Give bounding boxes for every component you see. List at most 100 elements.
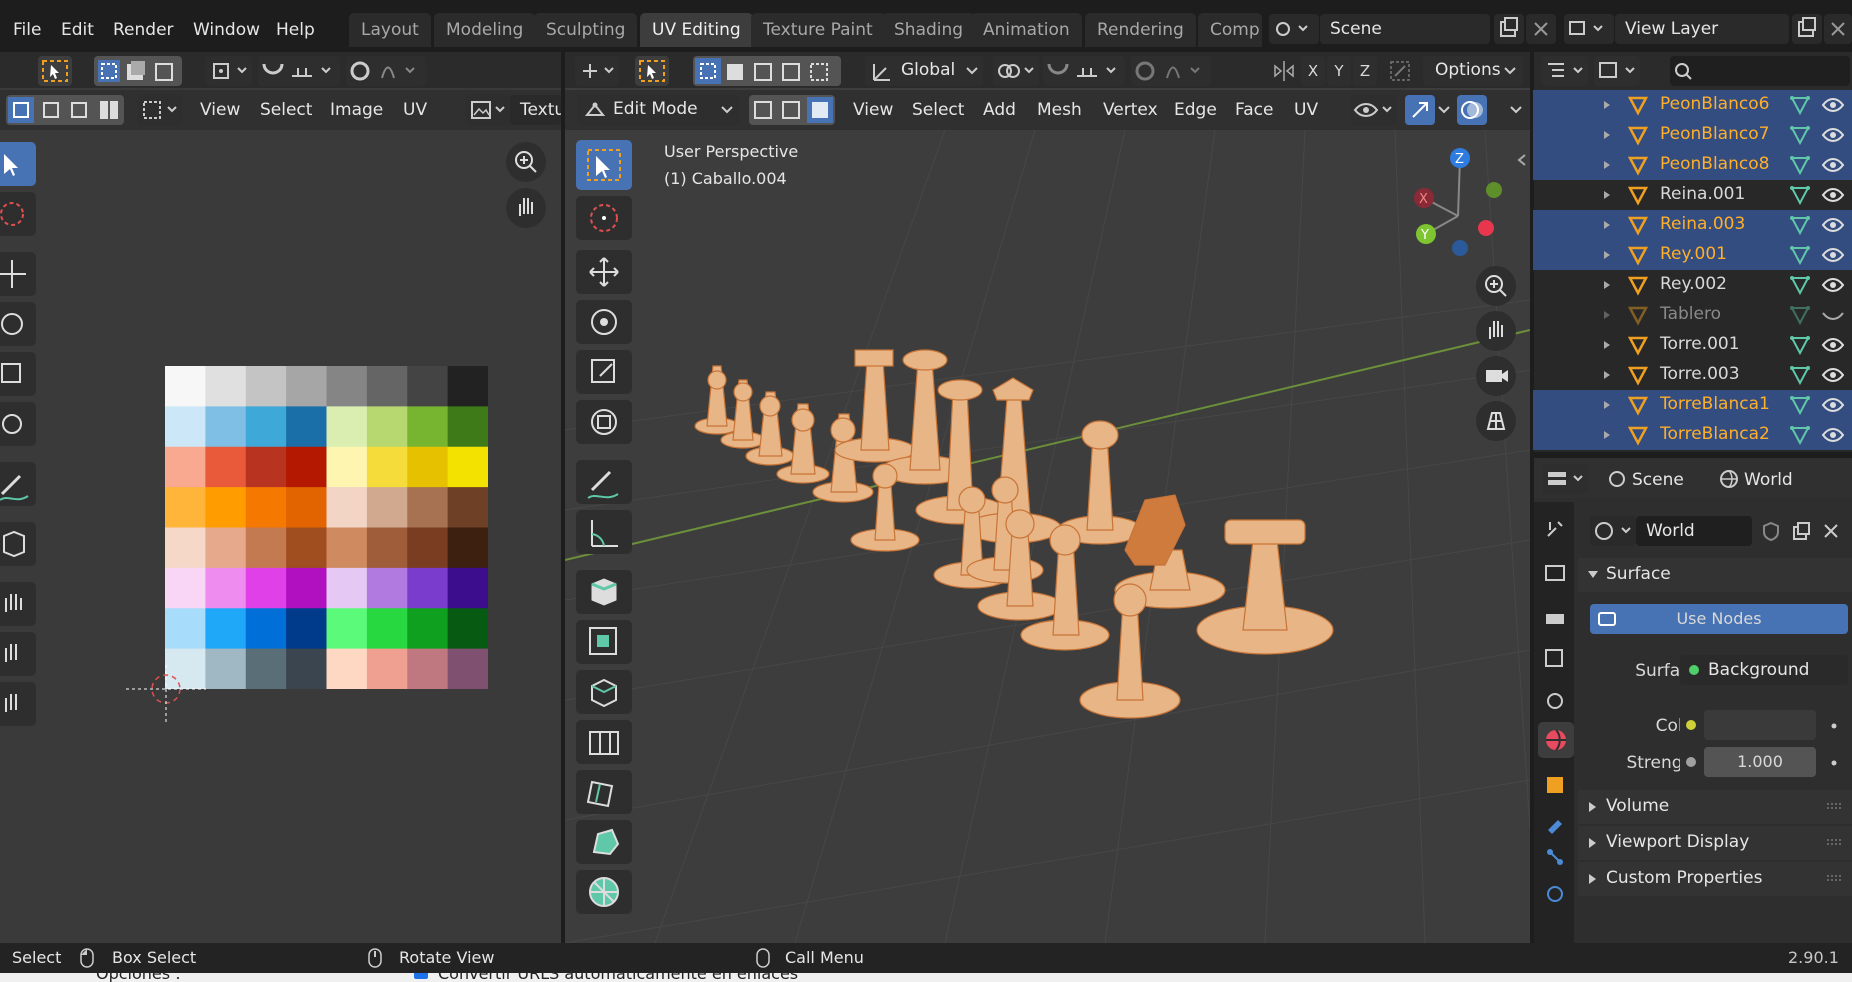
uv-annotate-tool[interactable] [0, 462, 36, 506]
particles-tab-icon[interactable] [1542, 844, 1568, 870]
view-layer-browse-button[interactable] [1564, 14, 1614, 44]
outliner-item[interactable]: PeonBlanco7 [1533, 120, 1852, 150]
mesh-data-icon[interactable] [1788, 274, 1812, 296]
view-layer-new-button[interactable] [1792, 14, 1822, 44]
mesh-data-icon[interactable] [1788, 424, 1812, 446]
expand-arrow-icon[interactable] [1601, 339, 1613, 351]
color-swatch[interactable] [1704, 710, 1816, 740]
outliner-display-mode[interactable] [1594, 56, 1640, 86]
transform-orientation-dropdown[interactable]: Global [865, 56, 983, 86]
world-tab[interactable] [1538, 722, 1574, 758]
transform-orientation-gizmo-dropdown[interactable] [575, 56, 619, 86]
drag-handle-icon[interactable] [1826, 838, 1844, 848]
tab-uv-editing[interactable]: UV Editing [640, 13, 753, 47]
world-name-field[interactable]: World [1636, 516, 1752, 546]
snap-dropdown[interactable] [1043, 56, 1125, 86]
mesh-data-icon[interactable] [1788, 334, 1812, 356]
viewport-display-panel-header[interactable]: Viewport Display [1578, 826, 1852, 860]
add-cube-tool[interactable] [576, 570, 632, 614]
output-tab-icon[interactable] [1542, 604, 1568, 630]
outliner-item[interactable]: Torre.001 [1533, 330, 1852, 360]
eye-icon[interactable] [1821, 215, 1845, 235]
outliner-item[interactable]: TorreBlanca1 [1533, 390, 1852, 420]
expand-arrow-icon[interactable] [1601, 279, 1613, 291]
mirror-y-toggle[interactable]: Y [1327, 56, 1351, 86]
poly-build-tool[interactable] [576, 820, 632, 864]
expand-arrow-icon[interactable] [1601, 159, 1613, 171]
expand-arrow-icon[interactable] [1601, 369, 1613, 381]
volume-panel-header[interactable]: Volume [1578, 790, 1852, 824]
convert-urls-checkbox[interactable] [414, 973, 428, 979]
outliner-item[interactable]: Reina.001 [1533, 180, 1852, 210]
render-tab-icon[interactable] [1542, 560, 1568, 586]
drag-handle-icon[interactable] [1826, 802, 1844, 812]
menu-help[interactable]: Help [276, 20, 315, 40]
outliner-item[interactable]: Reina.003 [1533, 210, 1852, 240]
breadcrumb-world[interactable]: World [1744, 470, 1793, 490]
selection-mode-group[interactable] [94, 56, 182, 86]
outliner-item[interactable]: Tablero [1533, 300, 1852, 330]
inset-tool[interactable] [576, 670, 632, 714]
keyframe-dot-icon[interactable] [1828, 720, 1840, 732]
duplicate-icon[interactable] [1790, 520, 1812, 542]
mirror-icon[interactable] [1271, 58, 1297, 84]
outliner-search-input[interactable] [1670, 56, 1850, 86]
expand-arrow-icon[interactable] [1601, 189, 1613, 201]
knife-tool[interactable] [576, 770, 632, 814]
select-box-tool-button[interactable] [635, 56, 669, 86]
scene-new-button[interactable] [1494, 14, 1524, 44]
eye-icon[interactable] [1821, 335, 1845, 355]
physics-tab-icon[interactable] [1542, 878, 1568, 904]
outliner-editor-type[interactable] [1542, 56, 1588, 86]
view-layer-delete-button[interactable] [1824, 14, 1852, 44]
eye-closed-icon[interactable] [1821, 305, 1845, 325]
view-layer-tab-icon[interactable] [1542, 644, 1568, 670]
outliner-item[interactable]: Rey.001 [1533, 240, 1852, 270]
expand-arrow-icon[interactable] [1601, 219, 1613, 231]
scene-delete-button[interactable] [1526, 14, 1556, 44]
expand-arrow-icon[interactable] [1601, 129, 1613, 141]
mesh-data-icon[interactable] [1788, 304, 1812, 326]
selection-mode-group[interactable] [693, 56, 841, 86]
loop-cut-tool[interactable] [576, 720, 632, 764]
measure-tool[interactable] [576, 510, 632, 554]
properties-editor-type[interactable] [1542, 464, 1588, 494]
eye-icon[interactable] [1821, 155, 1845, 175]
menu-render[interactable]: Render [113, 20, 174, 40]
drag-handle-icon[interactable] [1826, 874, 1844, 884]
strength-socket[interactable] [1680, 747, 1702, 777]
modifier-tab-icon[interactable] [1542, 810, 1568, 836]
mesh-data-icon[interactable] [1788, 364, 1812, 386]
eye-icon[interactable] [1821, 185, 1845, 205]
eye-icon[interactable] [1821, 395, 1845, 415]
outliner-item[interactable]: PeonBlanco8 [1533, 150, 1852, 180]
use-nodes-button[interactable]: Use Nodes [1590, 604, 1848, 634]
expand-arrow-icon[interactable] [1601, 399, 1613, 411]
breadcrumb-scene[interactable]: Scene [1632, 470, 1684, 490]
select-box-tool-button[interactable] [38, 56, 72, 86]
view-layer-name-field[interactable]: View Layer [1615, 14, 1789, 44]
mesh-data-icon[interactable] [1788, 94, 1812, 116]
menu-file[interactable]: File [13, 20, 41, 40]
tab-texture-paint[interactable]: Texture Paint [751, 13, 885, 47]
expand-arrow-icon[interactable] [1601, 309, 1613, 321]
eye-icon[interactable] [1821, 95, 1845, 115]
menu-window[interactable]: Window [193, 20, 260, 40]
pivot-dropdown[interactable] [993, 56, 1039, 86]
tab-sculpting[interactable]: Sculpting [534, 13, 638, 47]
close-icon[interactable] [1820, 520, 1842, 542]
scene-browse-button[interactable] [1269, 14, 1319, 44]
tab-layout[interactable]: Layout [349, 13, 431, 47]
surface-shader-selector[interactable]: Background [1680, 655, 1848, 685]
keyframe-dot-icon[interactable] [1828, 757, 1840, 769]
eye-icon[interactable] [1821, 125, 1845, 145]
uv-relax-tool[interactable] [0, 632, 36, 676]
auto-merge-icon[interactable] [1387, 58, 1413, 84]
world-browse-button[interactable] [1590, 516, 1636, 546]
tab-comp[interactable]: Comp [1198, 13, 1262, 47]
mesh-data-icon[interactable] [1788, 214, 1812, 236]
proportional-edit-toggle[interactable] [346, 56, 426, 86]
mesh-data-icon[interactable] [1788, 184, 1812, 206]
expand-arrow-icon[interactable] [1601, 429, 1613, 441]
tool-tab-icon[interactable] [1542, 516, 1568, 542]
